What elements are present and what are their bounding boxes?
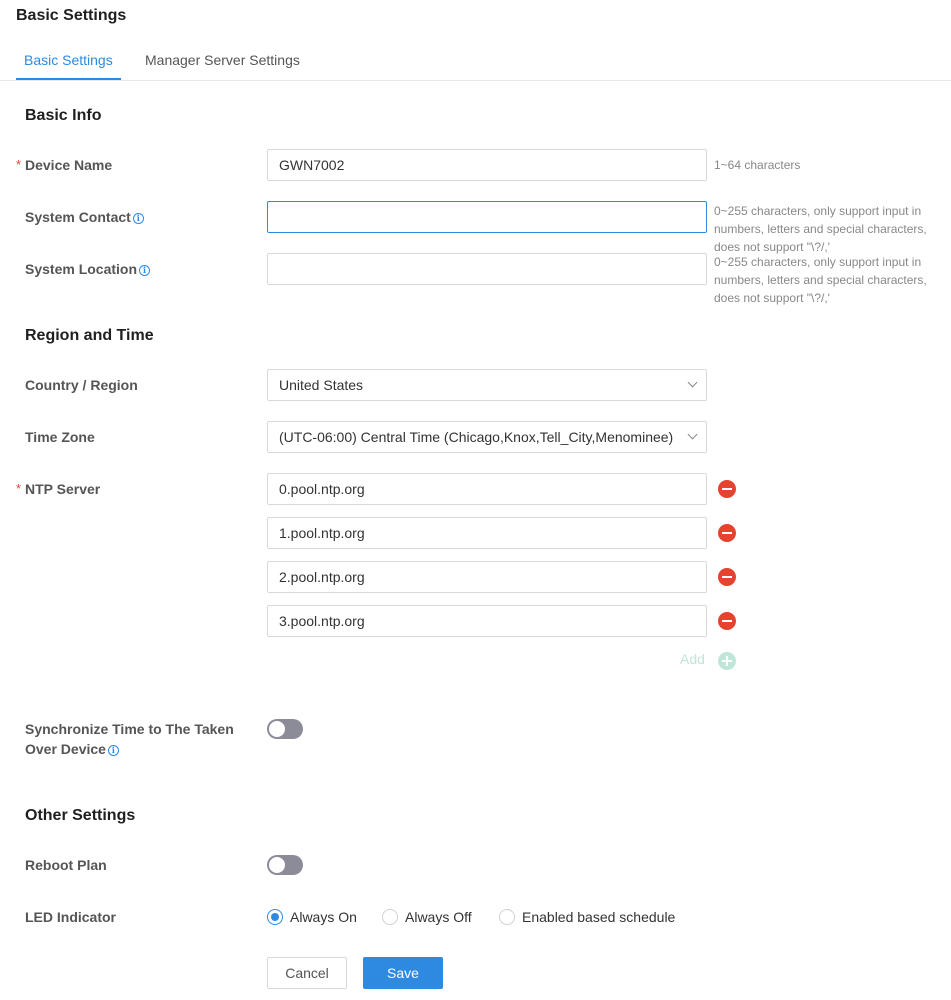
remove-icon[interactable] [718,480,736,498]
radio-checked-icon [267,909,283,925]
remove-icon[interactable] [718,524,736,542]
led-radio-label: Always Off [405,909,472,925]
system-location-input[interactable] [267,253,707,285]
tab-basic-settings[interactable]: Basic Settings [24,52,113,68]
system-location-hint: 0~255 characters, only support input in … [714,255,927,305]
add-icon[interactable] [718,652,736,670]
system-contact-label: System Contact i [25,207,144,227]
tab-bar: Basic Settings Manager Server Settings [0,44,951,81]
required-marker: * [16,157,22,172]
toggle-knob [269,721,285,737]
system-contact-hint: 0~255 characters, only support input in … [714,204,927,254]
country-region-value: United States [279,377,364,393]
ntp-server-input[interactable]: 3.pool.ntp.org [267,605,707,637]
remove-icon[interactable] [718,612,736,630]
required-marker: * [16,481,22,496]
page-title: Basic Settings [16,7,127,24]
system-location-label-text: System Location [25,261,138,277]
section-title-basic-info: Basic Info [25,107,102,124]
system-contact-label-text: System Contact [25,209,131,225]
device-name-label: Device Name [25,157,113,173]
section-title-region-time: Region and Time [25,327,154,344]
reboot-plan-toggle[interactable] [267,855,303,875]
led-radio-label: Enabled based schedule [522,909,676,925]
time-zone-select[interactable]: (UTC-06:00) Central Time (Chicago,Knox,T… [267,421,707,453]
chevron-down-icon [687,429,698,440]
ntp-server-input[interactable]: 2.pool.ntp.org [267,561,707,593]
ntp-server-input[interactable]: 0.pool.ntp.org [267,473,707,505]
section-title-other-settings: Other Settings [25,807,136,824]
active-tab-indicator [16,78,121,80]
device-name-hint: 1~64 characters [714,158,801,172]
country-region-label: Country / Region [25,377,138,393]
sync-time-label-line2: Over Device [25,741,106,757]
time-zone-value: (UTC-06:00) Central Time (Chicago,Knox,T… [279,429,674,445]
info-icon[interactable]: i [132,213,144,224]
info-icon[interactable]: i [139,265,151,276]
system-location-label: System Location i [25,259,151,279]
device-name-input[interactable]: GWN7002 [267,149,707,181]
save-button[interactable]: Save [363,957,443,989]
radio-unchecked-icon [499,909,515,925]
ntp-server-label: NTP Server [25,481,101,497]
radio-unchecked-icon [382,909,398,925]
add-ntp-server-button[interactable]: Add [680,651,705,667]
sync-time-label: Synchronize Time to The Taken Over Devic… [25,719,234,759]
led-radio-label: Always On [290,909,357,925]
cancel-button[interactable]: Cancel [267,957,347,989]
sync-time-toggle[interactable] [267,719,303,739]
reboot-plan-label: Reboot Plan [25,857,107,873]
toggle-knob [269,857,285,873]
time-zone-label: Time Zone [25,429,95,445]
tab-manager-server-settings[interactable]: Manager Server Settings [145,52,300,68]
info-icon[interactable]: i [107,745,119,756]
remove-icon[interactable] [718,568,736,586]
sync-time-label-line1: Synchronize Time to The Taken [25,721,234,737]
country-region-select[interactable]: United States [267,369,707,401]
led-indicator-label: LED Indicator [25,909,117,925]
system-contact-input[interactable] [267,201,707,233]
ntp-server-input[interactable]: 1.pool.ntp.org [267,517,707,549]
chevron-down-icon [687,377,698,388]
